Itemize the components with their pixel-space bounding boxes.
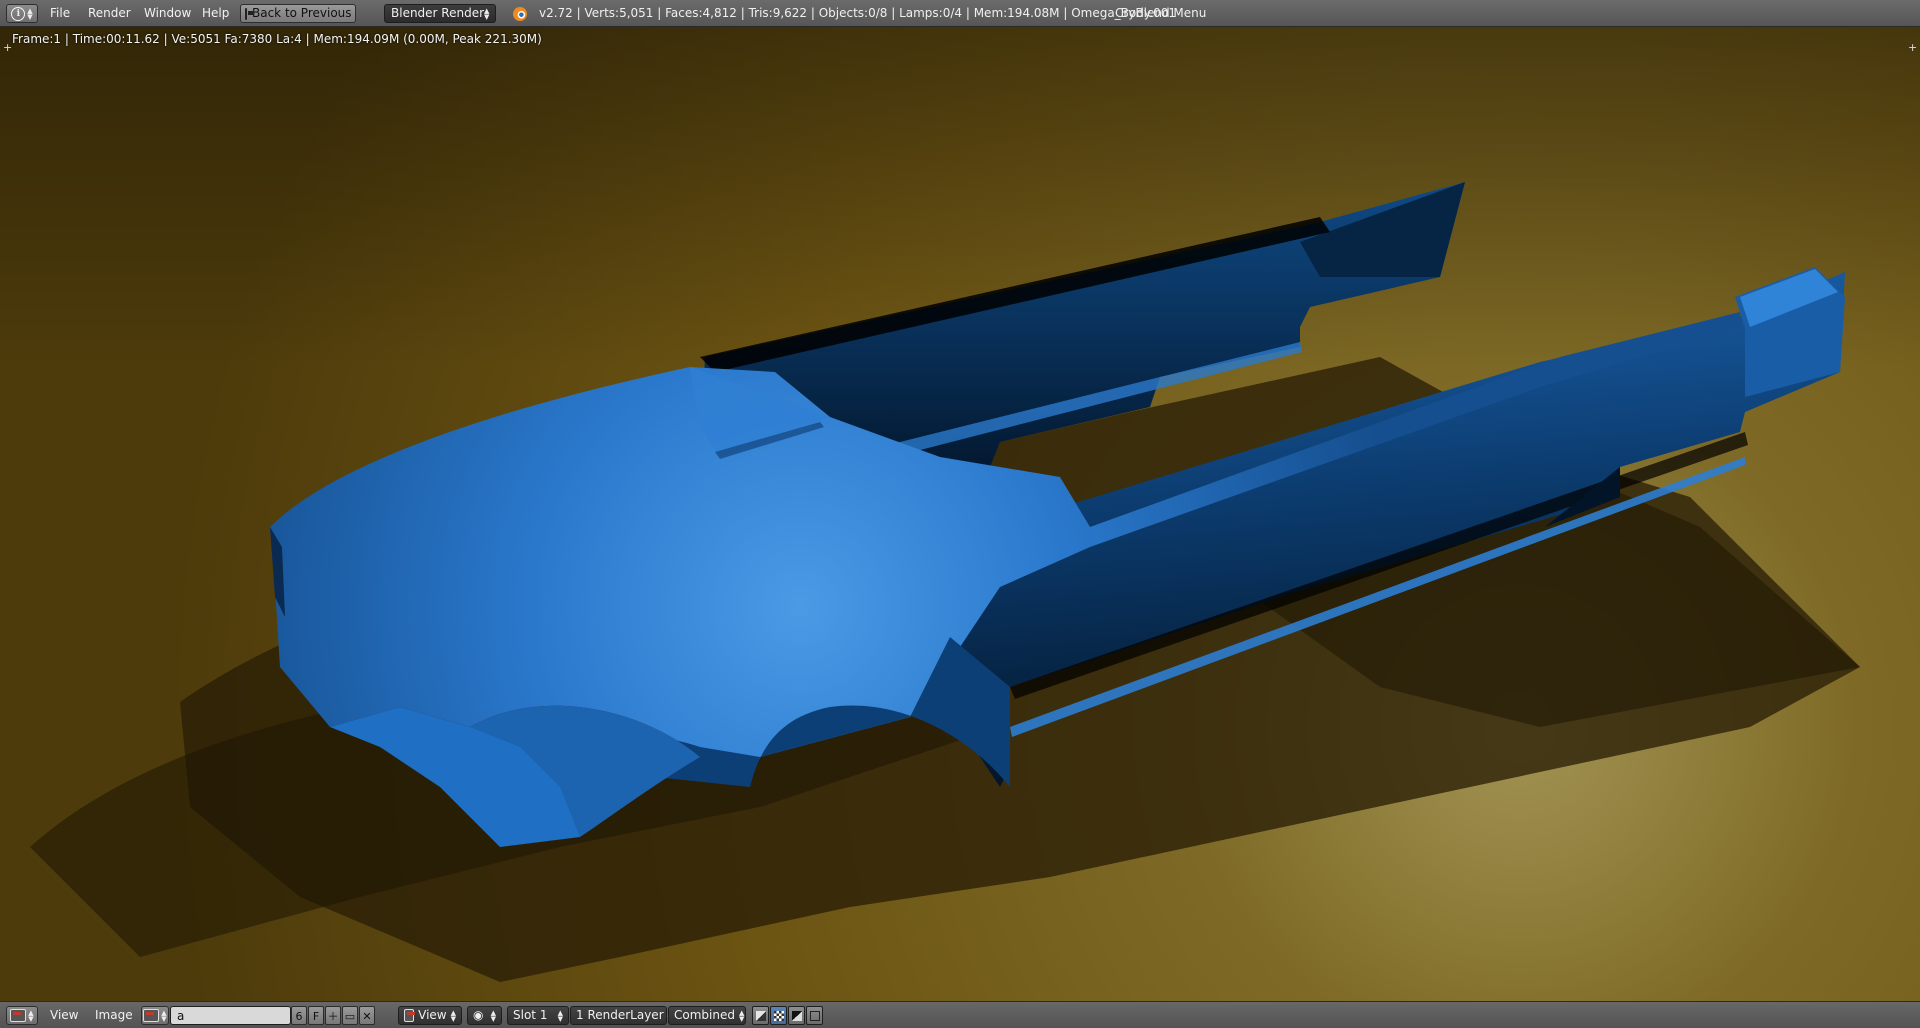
image-editor-header: ▲ ▼ View Image ▲ ▼ a 6 F ＋ ▭ ✕ View ▲ ▼ ◉ ▲…	[0, 1001, 1920, 1028]
render-info-text: Frame:1 | Time:00:11.62 | Ve:5051 Fa:738…	[12, 32, 542, 46]
updown-arrows-icon: ▲▼	[161, 1008, 167, 1023]
open-image-button[interactable]: ▭	[342, 1006, 358, 1025]
updown-arrows-icon: ▲▼	[28, 1008, 34, 1023]
render-pass-select[interactable]: Combined ▲ ▼	[668, 1006, 746, 1025]
render-pass-label: Combined	[674, 1008, 735, 1022]
slot-select[interactable]: Slot 1 ▲ ▼	[507, 1006, 569, 1025]
info-header: i ▲ ▼ File Render Window Help Back to Pre…	[0, 0, 1920, 27]
render-engine-label: Blender Render	[391, 6, 485, 20]
plus-icon: ＋	[327, 1010, 339, 1023]
render-layer-label: 1 RenderLayer	[576, 1008, 664, 1022]
image-editor-icon	[10, 1009, 27, 1022]
editor-type-button[interactable]: i ▲ ▼	[6, 4, 38, 23]
cryblend-menu[interactable]: CryBlend Menu	[1115, 4, 1206, 23]
menu-file[interactable]: File	[47, 4, 73, 23]
draw-alpha-button[interactable]	[752, 1006, 769, 1025]
render-viewport[interactable]: Frame:1 | Time:00:11.62 | Ve:5051 Fa:738…	[0, 27, 1920, 1001]
back-to-previous-label: Back to Previous	[252, 6, 352, 20]
view-select[interactable]: View ▲ ▼	[398, 1006, 462, 1025]
back-screen-icon	[245, 7, 253, 20]
image-name-field[interactable]: a	[170, 1006, 291, 1025]
checker-icon	[773, 1010, 784, 1021]
image-users-count[interactable]: 6	[291, 1006, 307, 1025]
pivot-icon: ◉	[473, 1008, 484, 1022]
slot-select-label: Slot 1	[513, 1008, 548, 1022]
close-icon: ✕	[362, 1010, 372, 1023]
browse-image-button[interactable]: ▲ ▼	[141, 1006, 169, 1025]
new-image-button[interactable]: ＋	[325, 1006, 341, 1025]
menu-image[interactable]: Image	[95, 1006, 133, 1025]
render-image	[0, 27, 1920, 1001]
editor-type-button[interactable]: ▲ ▼	[6, 1006, 38, 1025]
render-engine-select[interactable]: Blender Render ▲ ▼	[384, 4, 496, 23]
blender-logo-icon	[513, 7, 527, 21]
area-split-corner-top-left[interactable]: +	[3, 42, 12, 53]
color-alpha-icon	[755, 1010, 766, 1021]
folder-icon: ▭	[344, 1010, 356, 1023]
view-select-label: View	[418, 1008, 447, 1022]
scene-stats: v2.72 | Verts:5,051 | Faces:4,812 | Tris…	[539, 6, 1176, 20]
menu-window[interactable]: Window	[141, 4, 194, 23]
area-split-corner-top-right[interactable]: +	[1908, 42, 1917, 53]
fake-user-button[interactable]: F	[308, 1006, 324, 1025]
draw-zbuffer-button[interactable]	[788, 1006, 805, 1025]
menu-render[interactable]: Render	[85, 4, 134, 23]
zbuffer-icon	[791, 1010, 802, 1021]
render-layer-select[interactable]: 1 RenderLayer ▲▼	[570, 1006, 673, 1025]
info-icon: i	[11, 6, 26, 21]
updown-arrows-icon: ▲▼	[738, 1008, 745, 1023]
updown-arrows-icon: ▲▼	[450, 1008, 456, 1023]
draw-color-button[interactable]	[770, 1006, 787, 1025]
view-icon	[404, 1009, 416, 1022]
sample-icon	[809, 1010, 820, 1021]
updown-arrows-icon: ▲▼	[484, 6, 490, 21]
sample-line-button[interactable]	[806, 1006, 823, 1025]
menu-help[interactable]: Help	[199, 4, 232, 23]
menu-view[interactable]: View	[50, 1006, 78, 1025]
updown-arrows-icon: ▲▼	[557, 1008, 563, 1023]
updown-arrows-icon: ▲▼	[27, 6, 33, 21]
back-to-previous-button[interactable]: Back to Previous	[240, 4, 356, 23]
updown-arrows-icon: ▲▼	[490, 1008, 496, 1023]
unlink-image-button[interactable]: ✕	[359, 1006, 375, 1025]
image-browse-icon	[143, 1009, 160, 1022]
pivot-select[interactable]: ◉ ▲ ▼	[467, 1006, 502, 1025]
